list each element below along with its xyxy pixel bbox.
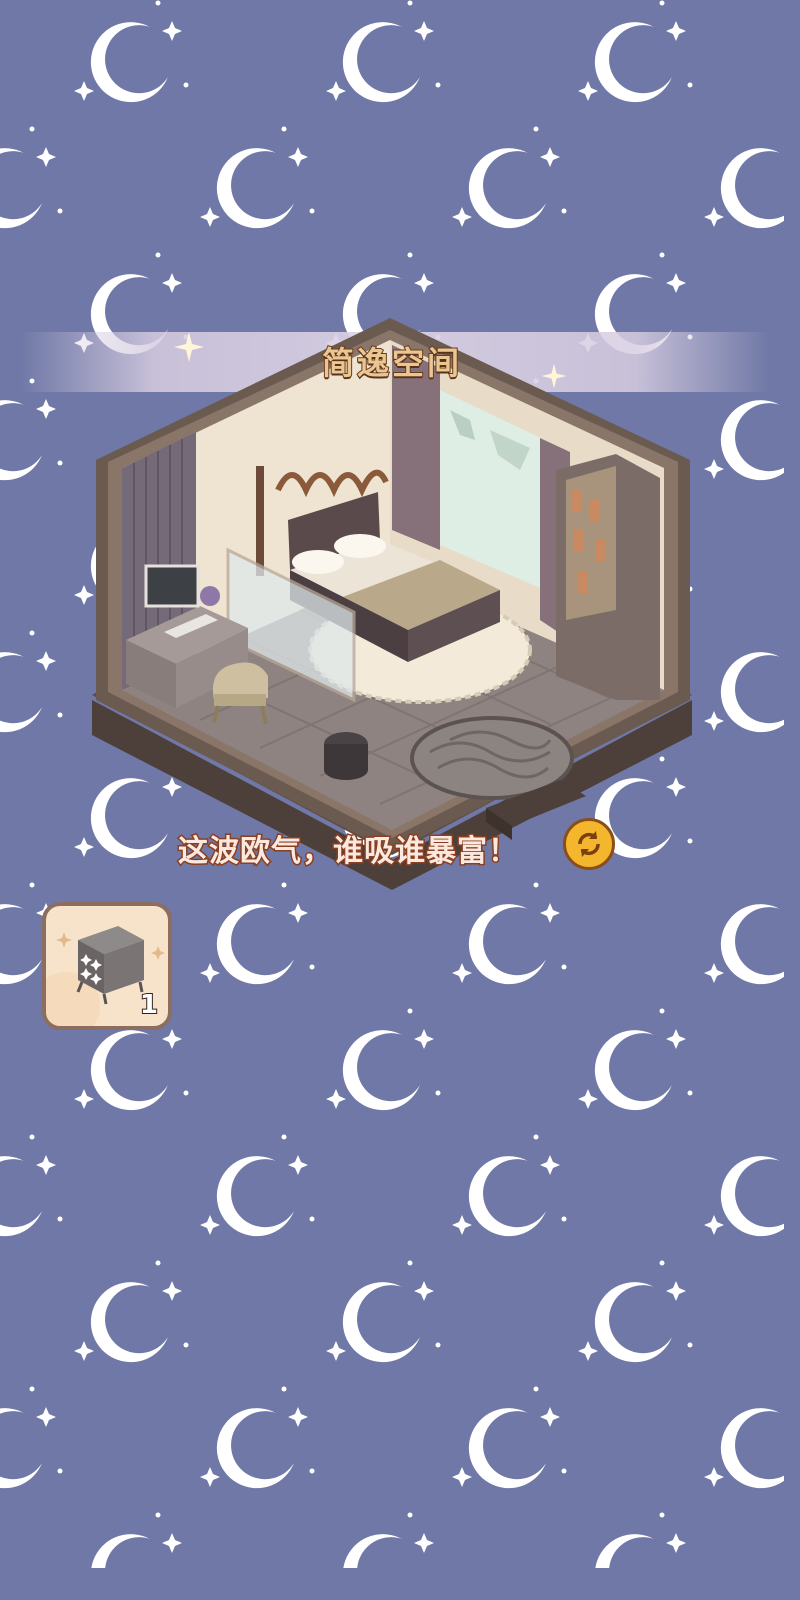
sparkle-icon [541,363,567,389]
room-illustration [92,318,692,890]
sparkle-icon [174,332,204,362]
refresh-button[interactable] [563,818,615,870]
item-count: 1 [139,989,159,1021]
reward-item-card[interactable]: 1 [42,902,172,1030]
slogan-text: 这波欧气，谁吸谁暴富！ [177,833,520,871]
refresh-icon [578,831,600,857]
room-title: 简逸空间 [321,343,462,383]
